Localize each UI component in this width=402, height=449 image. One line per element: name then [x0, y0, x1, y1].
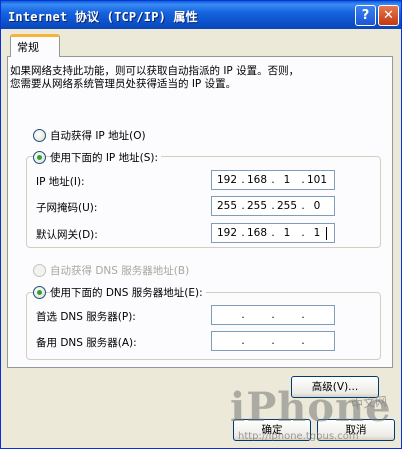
close-button[interactable]: ✕: [378, 5, 399, 26]
auto-dns-radio: [33, 264, 46, 277]
ip-address-input[interactable]: 192 . 168 . 1 . 101: [211, 170, 335, 190]
preferred-dns-label: 首选 DNS 服务器(P):: [36, 311, 136, 323]
window-title: Internet 协议 (TCP/IP) 属性: [8, 10, 198, 24]
manual-ip-label[interactable]: 使用下面的 IP 地址(S):: [50, 150, 161, 165]
intro-line-2: 您需要从网络系统管理员处获得适当的 IP 设置。: [10, 78, 237, 90]
default-gateway-input[interactable]: 192 . 168 . 1 . 1: [211, 223, 335, 243]
tab-general[interactable]: 常规: [10, 34, 60, 57]
alternate-dns-label: 备用 DNS 服务器(A):: [36, 337, 137, 349]
tab-general-label: 常规: [17, 41, 39, 54]
manual-ip-radio[interactable]: [33, 151, 46, 164]
alternate-dns-input[interactable]: . . .: [211, 331, 335, 351]
help-button[interactable]: ?: [355, 5, 376, 26]
intro-text: 如果网络支持此功能，则可以获取自动指派的 IP 设置。否则， 您需要从网络系统管…: [10, 65, 380, 91]
subnet-mask-input[interactable]: 255 . 255 . 255 . 0: [211, 196, 335, 216]
close-icon: ✕: [383, 8, 394, 23]
text-caret: [326, 227, 327, 240]
default-gateway-label: 默认网关(D):: [36, 229, 98, 241]
auto-ip-label[interactable]: 自动获得 IP 地址(O): [50, 128, 146, 143]
auto-ip-radio[interactable]: [33, 129, 46, 142]
help-icon: ?: [361, 8, 370, 23]
auto-dns-label: 自动获得 DNS 服务器地址(B): [50, 265, 190, 277]
subnet-mask-label: 子网掩码(U):: [36, 202, 98, 214]
manual-dns-radio[interactable]: [33, 286, 46, 299]
watermark-url: http://iphone.tgbus.com: [238, 431, 359, 442]
manual-dns-label[interactable]: 使用下面的 DNS 服务器地址(E):: [50, 285, 206, 300]
ip-address-label: IP 地址(I):: [36, 176, 85, 188]
dialog-window: Internet 协议 (TCP/IP) 属性 ? ✕ 常规 如果网络支持此功能…: [0, 0, 402, 449]
preferred-dns-input[interactable]: . . .: [211, 305, 335, 325]
intro-line-1: 如果网络支持此功能，则可以获取自动指派的 IP 设置。否则，: [10, 65, 300, 77]
title-bar[interactable]: Internet 协议 (TCP/IP) 属性 ? ✕: [1, 1, 401, 29]
